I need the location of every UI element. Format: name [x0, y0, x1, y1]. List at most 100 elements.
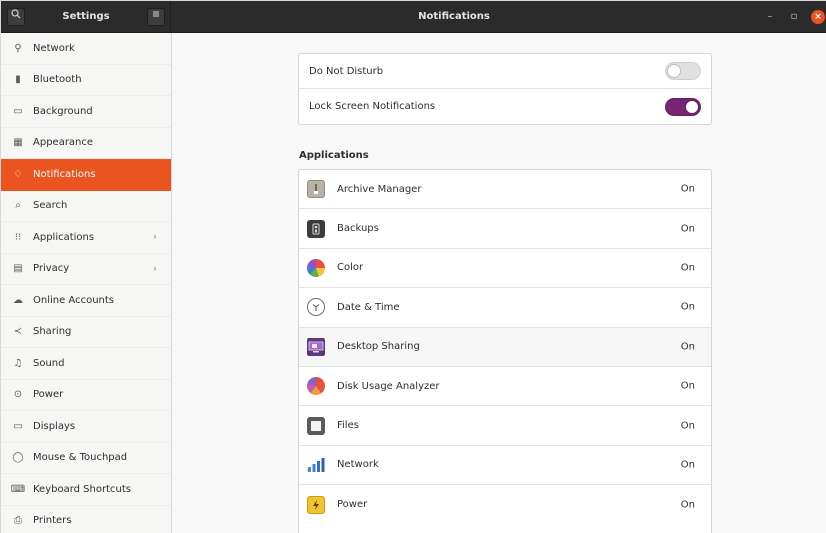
applications-heading: Applications [299, 150, 369, 161]
sidebar-item-label: Background [33, 105, 93, 117]
mouse-icon: ◯ [12, 452, 24, 464]
backups-icon [307, 219, 325, 238]
lock-screen-notifications-row[interactable]: Lock Screen Notifications [299, 89, 711, 124]
global-toggles-list: Do Not Disturb Lock Screen Notifications [298, 53, 712, 125]
status-label: On [680, 380, 695, 392]
hamburger-icon[interactable] [147, 8, 165, 26]
search-icon[interactable] [7, 8, 25, 26]
app-row-date-time[interactable]: Date & Time On [299, 288, 711, 328]
sidebar-item-power[interactable]: ⊙ Power [1, 380, 171, 411]
header-bar: Settings Notifications – ▫ × [1, 1, 826, 33]
lock-screen-notifications-label: Lock Screen Notifications [309, 101, 436, 112]
printer-icon: ⎙ [14, 515, 22, 527]
sidebar-item-background[interactable]: ▭ Background [1, 96, 171, 128]
app-name: Disk Usage Analyzer [337, 380, 440, 392]
close-button[interactable]: × [811, 10, 825, 24]
bluetooth-icon: ▮ [15, 74, 21, 86]
app-row-desktop-sharing[interactable]: Desktop Sharing On [299, 327, 711, 367]
app-name: Files [337, 420, 359, 432]
status-label: On [680, 301, 695, 313]
sidebar-item-sound[interactable]: ♫ Sound [1, 348, 171, 380]
sidebar-item-label: Sharing [33, 326, 72, 338]
app-name: Color [337, 262, 364, 274]
notifications-panel: Do Not Disturb Lock Screen Notifications… [172, 33, 826, 533]
sidebar-item-bluetooth[interactable]: ▮ Bluetooth [1, 65, 171, 96]
sidebar-item-sharing[interactable]: ≺ Sharing [1, 317, 171, 348]
do-not-disturb-switch[interactable] [665, 62, 701, 80]
clock-icon [307, 298, 325, 317]
sidebar-item-privacy[interactable]: ▤ Privacy › [1, 254, 171, 285]
sidebar-item-applications[interactable]: ⁝⁝ Applications › [1, 222, 171, 254]
sidebar-item-displays[interactable]: ▭ Displays [1, 411, 171, 443]
settings-window: Settings Notifications – ▫ × ⚲ Network ▮… [0, 0, 826, 533]
grid-icon: ⁝⁝ [14, 231, 22, 243]
power-bolt-icon [307, 495, 325, 514]
background-icon: ▭ [13, 105, 23, 117]
app-name: Archive Manager [337, 183, 422, 195]
status-label: On [680, 499, 695, 511]
status-label: On [680, 223, 695, 235]
sidebar-item-label: Keyboard Shortcuts [33, 483, 131, 495]
maximize-button[interactable]: ▫ [787, 10, 801, 24]
music-note-icon: ♫ [13, 357, 23, 369]
app-name: Date & Time [337, 301, 400, 313]
app-row-archive-manager[interactable]: Archive Manager On [299, 170, 711, 210]
app-row-color[interactable]: Color On [299, 249, 711, 289]
disk-usage-icon [307, 377, 325, 396]
sidebar-item-label: Online Accounts [33, 294, 115, 306]
appearance-icon: ▦ [13, 137, 23, 149]
sidebar-item-printers[interactable]: ⎙ Printers [1, 506, 171, 533]
cloud-icon: ☁ [13, 294, 23, 306]
sidebar: ⚲ Network ▮ Bluetooth ▭ Background ▦ App… [1, 33, 172, 533]
app-title: Settings [62, 11, 110, 22]
sidebar-item-label: Sound [33, 357, 65, 369]
sidebar-item-network[interactable]: ⚲ Network [1, 33, 171, 65]
app-row-power[interactable]: Power On [299, 485, 711, 524]
status-label: On [680, 420, 695, 432]
minimize-button[interactable]: – [763, 10, 777, 24]
do-not-disturb-row[interactable]: Do Not Disturb [299, 54, 711, 89]
files-icon [307, 416, 325, 435]
network-icon: ⚲ [14, 42, 22, 54]
app-name: Power [337, 499, 368, 511]
color-icon [307, 258, 325, 277]
sidebar-item-label: Search [33, 200, 68, 212]
sidebar-item-label: Mouse & Touchpad [33, 452, 128, 464]
share-icon: ≺ [13, 326, 23, 338]
app-name: Network [337, 459, 379, 471]
app-name: Backups [337, 223, 379, 235]
chevron-right-icon: › [153, 231, 157, 243]
sidebar-header: Settings [1, 1, 171, 33]
chevron-right-icon: › [153, 263, 157, 275]
sidebar-item-label: Notifications [33, 168, 96, 180]
switch-knob [667, 64, 681, 78]
sidebar-item-search[interactable]: ⌕ Search [1, 191, 171, 222]
search-icon: ⌕ [15, 200, 21, 212]
app-row-disk-usage-analyzer[interactable]: Disk Usage Analyzer On [299, 367, 711, 407]
keyboard-icon: ⌨ [10, 483, 26, 495]
sidebar-item-label: Displays [33, 420, 76, 432]
app-row-backups[interactable]: Backups On [299, 209, 711, 249]
display-icon: ▭ [13, 420, 23, 432]
status-label: On [680, 183, 695, 195]
power-icon: ⊙ [13, 389, 23, 401]
app-name: Desktop Sharing [337, 341, 420, 353]
bell-icon: ♢ [13, 168, 23, 180]
archive-manager-icon [307, 180, 325, 199]
lock-screen-notifications-switch[interactable] [665, 97, 701, 116]
sidebar-item-notifications[interactable]: ♢ Notifications [1, 159, 171, 191]
applications-list: Archive Manager On Backups On Color On D… [298, 169, 712, 533]
status-label: On [680, 341, 695, 353]
sidebar-item-label: Printers [33, 515, 72, 527]
sidebar-item-label: Bluetooth [33, 74, 82, 86]
sidebar-item-label: Network [33, 42, 75, 54]
app-row-network[interactable]: Network On [299, 446, 711, 486]
sidebar-item-appearance[interactable]: ▦ Appearance [1, 128, 171, 159]
app-row-files[interactable]: Files On [299, 406, 711, 446]
sidebar-item-label: Power [33, 389, 64, 401]
sidebar-item-keyboard-shortcuts[interactable]: ⌨ Keyboard Shortcuts [1, 474, 171, 506]
network-signal-icon [307, 456, 325, 474]
status-label: On [680, 262, 695, 274]
sidebar-item-online-accounts[interactable]: ☁ Online Accounts [1, 285, 171, 317]
sidebar-item-mouse-touchpad[interactable]: ◯ Mouse & Touchpad [1, 443, 171, 474]
